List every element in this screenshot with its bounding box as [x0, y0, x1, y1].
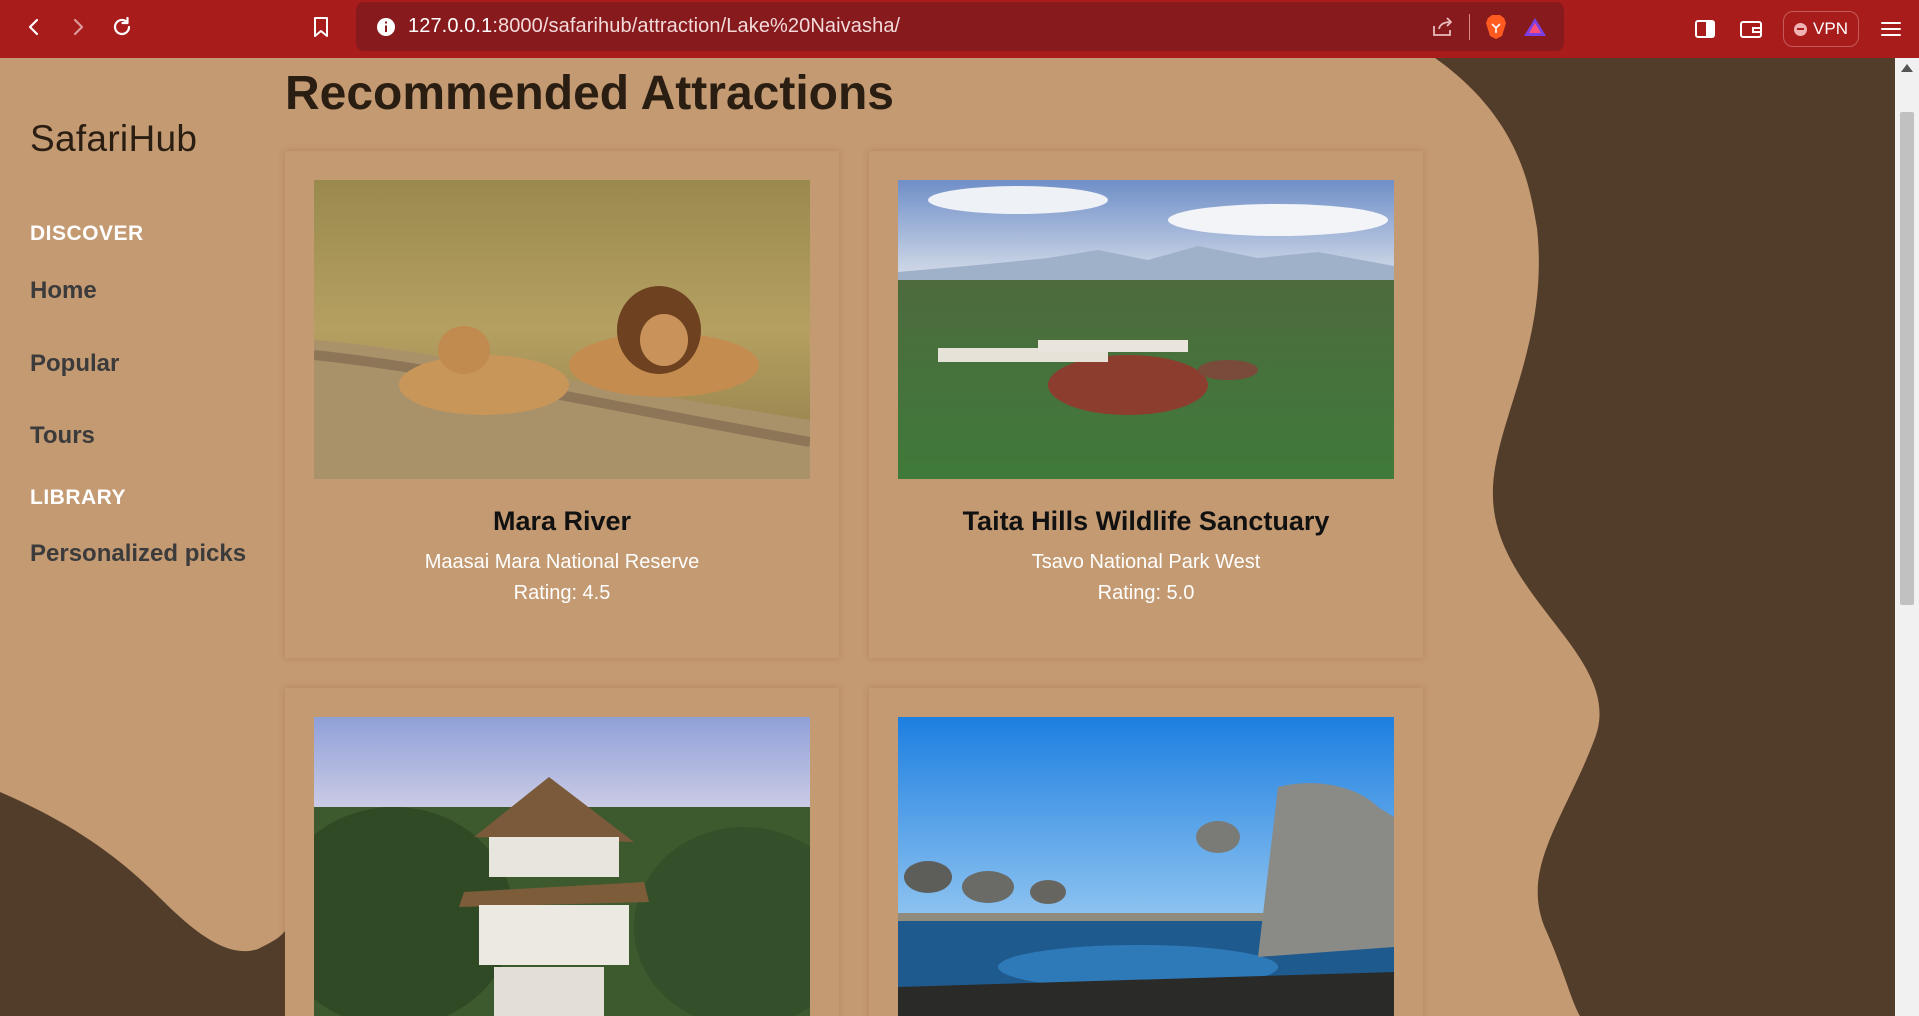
section-heading-library: LIBRARY: [30, 486, 127, 509]
page-scrollbar[interactable]: [1895, 58, 1919, 1016]
attraction-rating: Rating: 4.5: [513, 582, 611, 604]
url-host: 127.0.0.1: [408, 15, 493, 37]
back-arrow-icon: [28, 18, 39, 36]
scroll-thumb[interactable]: [1900, 112, 1914, 605]
attraction-card[interactable]: Mara River Maasai Mara National Reserve …: [285, 151, 839, 658]
attraction-photo-sanctuary[interactable]: [898, 180, 1394, 479]
section-heading-discover: DISCOVER: [30, 222, 144, 245]
vpn-status-icon: [1794, 22, 1808, 36]
bookmark-icon: [314, 17, 328, 37]
wallet-icon: [1740, 21, 1763, 38]
rewards-triangle-icon: [1524, 17, 1546, 36]
attraction-location: Tsavo National Park West: [1031, 551, 1261, 573]
attraction-card[interactable]: [285, 688, 839, 1016]
page-viewport: SafariHub DISCOVER Home Popular Tours LI…: [0, 58, 1895, 1016]
reload-icon: [113, 16, 131, 36]
nav-item-tours[interactable]: Tours: [30, 422, 95, 450]
toolbar-divider: [1469, 13, 1470, 40]
attraction-location: Maasai Mara National Reserve: [424, 551, 700, 573]
sidebar: SafariHub DISCOVER Home Popular Tours LI…: [0, 58, 285, 1016]
scroll-up-arrow-icon[interactable]: [1901, 64, 1913, 72]
sidebar-icon: [1695, 20, 1716, 38]
sidebar-toggle-button[interactable]: [1685, 9, 1725, 49]
nav-item-personalized-picks[interactable]: Personalized picks: [30, 540, 246, 568]
attraction-rating: Rating: 5.0: [1097, 582, 1195, 604]
attraction-photo-villa[interactable]: [314, 717, 810, 1016]
share-icon: [1433, 16, 1452, 36]
forward-button[interactable]: [58, 7, 98, 47]
vpn-button[interactable]: VPN: [1783, 11, 1859, 47]
bookmark-button[interactable]: [301, 7, 341, 47]
page-title: Recommended Attractions: [285, 67, 894, 120]
attraction-name[interactable]: Mara River: [285, 506, 839, 537]
url-text[interactable]: 127.0.0.1:8000/safarihub/attraction/Lake…: [408, 15, 900, 38]
back-button[interactable]: [14, 7, 54, 47]
url-path: :8000/safarihub/attraction/Lake%20Naivas…: [492, 15, 901, 37]
attraction-card[interactable]: Taita Hills Wildlife Sanctuary Tsavo Nat…: [869, 151, 1423, 658]
attraction-card[interactable]: [869, 688, 1423, 1016]
main-menu-button[interactable]: [1871, 9, 1911, 49]
address-bar[interactable]: 127.0.0.1:8000/safarihub/attraction/Lake…: [356, 2, 1564, 51]
attraction-photo-lions[interactable]: [314, 180, 810, 479]
reload-button[interactable]: [102, 7, 142, 47]
nav-item-home[interactable]: Home: [30, 277, 97, 305]
site-info-icon[interactable]: [364, 16, 408, 38]
wallet-button[interactable]: [1731, 9, 1771, 49]
brand-logo[interactable]: SafariHub: [30, 118, 197, 160]
brave-lion-icon: [1486, 14, 1506, 39]
nav-item-popular[interactable]: Popular: [30, 350, 119, 378]
share-button[interactable]: [1431, 16, 1455, 38]
attraction-name[interactable]: Taita Hills Wildlife Sanctuary: [869, 506, 1423, 537]
hamburger-menu-icon: [1881, 22, 1901, 36]
brave-shields-button[interactable]: [1484, 14, 1508, 40]
forward-arrow-icon: [73, 18, 84, 36]
browser-toolbar: 127.0.0.1:8000/safarihub/attraction/Lake…: [0, 0, 1919, 58]
brave-rewards-button[interactable]: [1522, 16, 1548, 38]
vpn-label: VPN: [1813, 19, 1848, 38]
attraction-photo-elephants[interactable]: [898, 717, 1394, 1016]
